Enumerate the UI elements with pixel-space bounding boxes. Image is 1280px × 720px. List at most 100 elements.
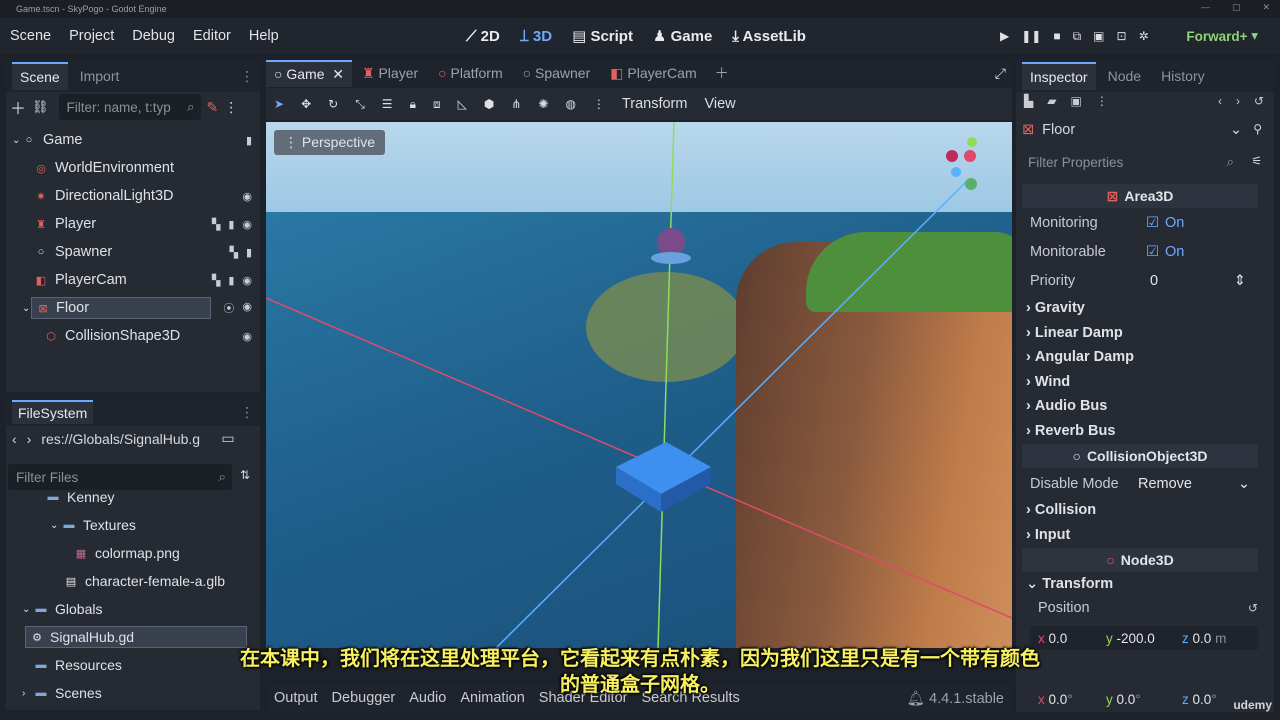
distraction-free-icon[interactable]: ⤢ — [995, 65, 1006, 82]
tree-node-worldenvironment[interactable]: ◎ WorldEnvironment — [6, 155, 260, 181]
group-gravity[interactable]: › Gravity — [1026, 296, 1085, 320]
3d-viewport[interactable]: ⋮ Perspective — [266, 122, 1012, 648]
workspace-game-button[interactable]: ♟ Game — [653, 27, 712, 45]
remote-debug-icon[interactable]: ⧉ — [1073, 29, 1082, 44]
tree-node-playercam[interactable]: ◧ PlayerCam ▚ ▮ ◉ — [6, 267, 260, 293]
lock-icon[interactable]: 🔒︎ — [410, 97, 416, 112]
dock-menu-icon[interactable]: ⋮ — [240, 404, 254, 421]
inspector-filter-input[interactable]: Filter Properties ⌕ — [1020, 149, 1238, 175]
scene-filter-input[interactable]: Filter: name, t:typ ⌕ — [58, 94, 201, 120]
tree-node-floor[interactable]: ⌄ ⊠ Floor ⦿ ◉ — [6, 295, 260, 321]
perspective-menu-button[interactable]: ⋮ Perspective — [274, 130, 386, 155]
play-scene-icon[interactable]: ▣ — [1093, 29, 1104, 43]
file-item-image[interactable]: ▦ colormap.png — [6, 540, 260, 566]
position-y-field[interactable]: y -200.0 — [1106, 631, 1182, 646]
disable-mode-dropdown[interactable]: Remove ⌄ — [1138, 476, 1250, 492]
split-view-icon[interactable]: ▭ — [221, 430, 234, 447]
workspace-script-button[interactable]: ▤ Script — [572, 27, 633, 45]
group-angular-damp[interactable]: › Angular Damp — [1026, 345, 1134, 369]
scene-tab-game[interactable]: ○ Game ✕ — [266, 59, 352, 87]
group-input[interactable]: › Input — [1026, 523, 1070, 547]
scene-tab-player[interactable]: ♜ Player — [352, 61, 428, 86]
scene-tab-platform[interactable]: ○ Platform — [428, 61, 512, 85]
checkbox-checked-icon[interactable]: ☑ — [1146, 244, 1159, 260]
scale-tool-icon[interactable]: ⤡ — [355, 97, 365, 112]
tab-filesystem[interactable]: FileSystem — [12, 400, 94, 424]
scene-extra-menu-icon[interactable]: ⋮ — [224, 99, 238, 116]
group-transform[interactable]: ⌄ Transform — [1026, 572, 1113, 596]
minimize-icon[interactable]: — — [1201, 2, 1210, 13]
section-area3d[interactable]: ⊠ Area3D — [1022, 184, 1258, 208]
file-item-model[interactable]: ▤ character-female-a.glb — [6, 568, 260, 594]
move-tool-icon[interactable]: ✥ — [301, 97, 311, 111]
position-z-field[interactable]: z 0.0 m — [1182, 631, 1258, 646]
checkbox-checked-icon[interactable]: ☑ — [1146, 215, 1159, 231]
link-icon[interactable]: ⛓ — [32, 99, 49, 115]
history-back-icon[interactable]: ‹ — [1218, 94, 1222, 108]
open-scene-icon[interactable]: ▚ — [212, 274, 220, 287]
visibility-eye-icon[interactable]: ◉ — [242, 300, 252, 316]
group-audio-bus[interactable]: › Audio Bus — [1026, 394, 1107, 418]
close-tab-icon[interactable]: ✕ — [332, 66, 344, 82]
section-collisionobject3d[interactable]: ○ CollisionObject3D — [1022, 444, 1258, 468]
back-arrow-icon[interactable]: ‹ — [12, 431, 17, 447]
list-select-icon[interactable]: ☰ — [382, 97, 393, 111]
menu-editor[interactable]: Editor — [193, 28, 231, 44]
group-wind[interactable]: › Wind — [1026, 370, 1070, 394]
sort-icon[interactable]: ⇅ — [240, 468, 250, 482]
visibility-eye-icon[interactable]: ◉ — [242, 190, 252, 203]
history-icon[interactable]: ↺ — [1254, 94, 1264, 108]
visibility-eye-icon[interactable]: ◉ — [242, 330, 252, 343]
tree-node-game[interactable]: ⌄ ○ Game ▮ — [6, 127, 260, 153]
workspace-3d-button[interactable]: ⟘ 3D — [520, 28, 552, 45]
local-space-icon[interactable]: ⬢ — [484, 97, 494, 111]
collapse-arrow-icon[interactable]: ⌄ — [22, 604, 34, 615]
play-icon[interactable]: ▶ — [1000, 29, 1009, 43]
environment-preview-icon[interactable]: ◍ — [565, 97, 575, 111]
tab-node[interactable]: Node — [1100, 63, 1149, 89]
file-item-folder[interactable]: ⌄ ▬ Globals — [6, 596, 260, 622]
position-x-field[interactable]: x 0.0 — [1030, 631, 1106, 646]
dock-menu-icon[interactable]: ⋮ — [240, 68, 254, 85]
group-collision[interactable]: › Collision — [1026, 498, 1096, 522]
object-properties-icon[interactable]: ⚲ — [1253, 122, 1262, 136]
filter-settings-icon[interactable]: ⚟ — [1251, 154, 1262, 168]
tab-inspector[interactable]: Inspector — [1022, 62, 1096, 90]
group-icon[interactable]: ⧈ — [433, 97, 441, 112]
tree-node-collisionshape[interactable]: ⬡ CollisionShape3D ◉ — [6, 323, 260, 349]
workspace-assetlib-button[interactable]: ⤓ AssetLib — [732, 28, 806, 45]
spinner-arrows-icon[interactable]: ⇕ — [1234, 273, 1246, 289]
collapse-arrow-icon[interactable]: ⌄ — [50, 520, 62, 531]
add-node-icon[interactable]: ＋ — [10, 95, 26, 119]
stop-icon[interactable]: ■ — [1053, 29, 1060, 43]
visibility-eye-icon[interactable]: ◉ — [242, 274, 252, 287]
ruler-icon[interactable]: ◺ — [458, 97, 467, 111]
tab-import[interactable]: Import — [72, 63, 128, 89]
save-resource-icon[interactable]: ▣ — [1070, 94, 1081, 108]
script-icon[interactable]: ▮ — [246, 246, 252, 259]
tree-node-spawner[interactable]: ○ Spawner ▚ ▮ — [6, 239, 260, 265]
file-item-folder[interactable]: ⌄ ▬ Textures — [6, 512, 260, 538]
priority-spinbox[interactable]: 0 ⇕ — [1150, 273, 1246, 289]
menu-debug[interactable]: Debug — [132, 28, 175, 44]
file-item-folder[interactable]: ▬ Kenney — [6, 492, 260, 510]
menu-scene[interactable]: Scene — [10, 28, 51, 44]
toolbar-more-icon[interactable]: ⋮ — [593, 97, 605, 111]
group-reverb-bus[interactable]: › Reverb Bus — [1026, 419, 1115, 443]
tab-scene[interactable]: Scene — [12, 62, 68, 90]
collapse-arrow-icon[interactable]: ⌄ — [22, 303, 32, 314]
scene-tab-spawner[interactable]: ○ Spawner — [513, 61, 601, 85]
attach-script-icon[interactable]: ✎ — [207, 99, 219, 116]
collapse-arrow-icon[interactable]: ⌄ — [12, 135, 22, 146]
play-custom-scene-icon[interactable]: ⊡ — [1117, 29, 1127, 43]
select-tool-icon[interactable]: ➤ — [274, 97, 284, 111]
forward-arrow-icon[interactable]: › — [27, 431, 32, 447]
new-resource-icon[interactable]: ▙ — [1024, 94, 1033, 108]
filesystem-path[interactable]: res://Globals/SignalHub.g — [41, 431, 211, 447]
open-scene-icon[interactable]: ▚ — [212, 218, 220, 231]
section-node3d[interactable]: ○ Node3D — [1022, 548, 1258, 572]
history-forward-icon[interactable]: › — [1236, 94, 1240, 108]
visibility-eye-icon[interactable]: ◉ — [242, 218, 252, 231]
open-scene-icon[interactable]: ▚ — [229, 246, 237, 259]
view-menu[interactable]: View — [704, 96, 735, 112]
